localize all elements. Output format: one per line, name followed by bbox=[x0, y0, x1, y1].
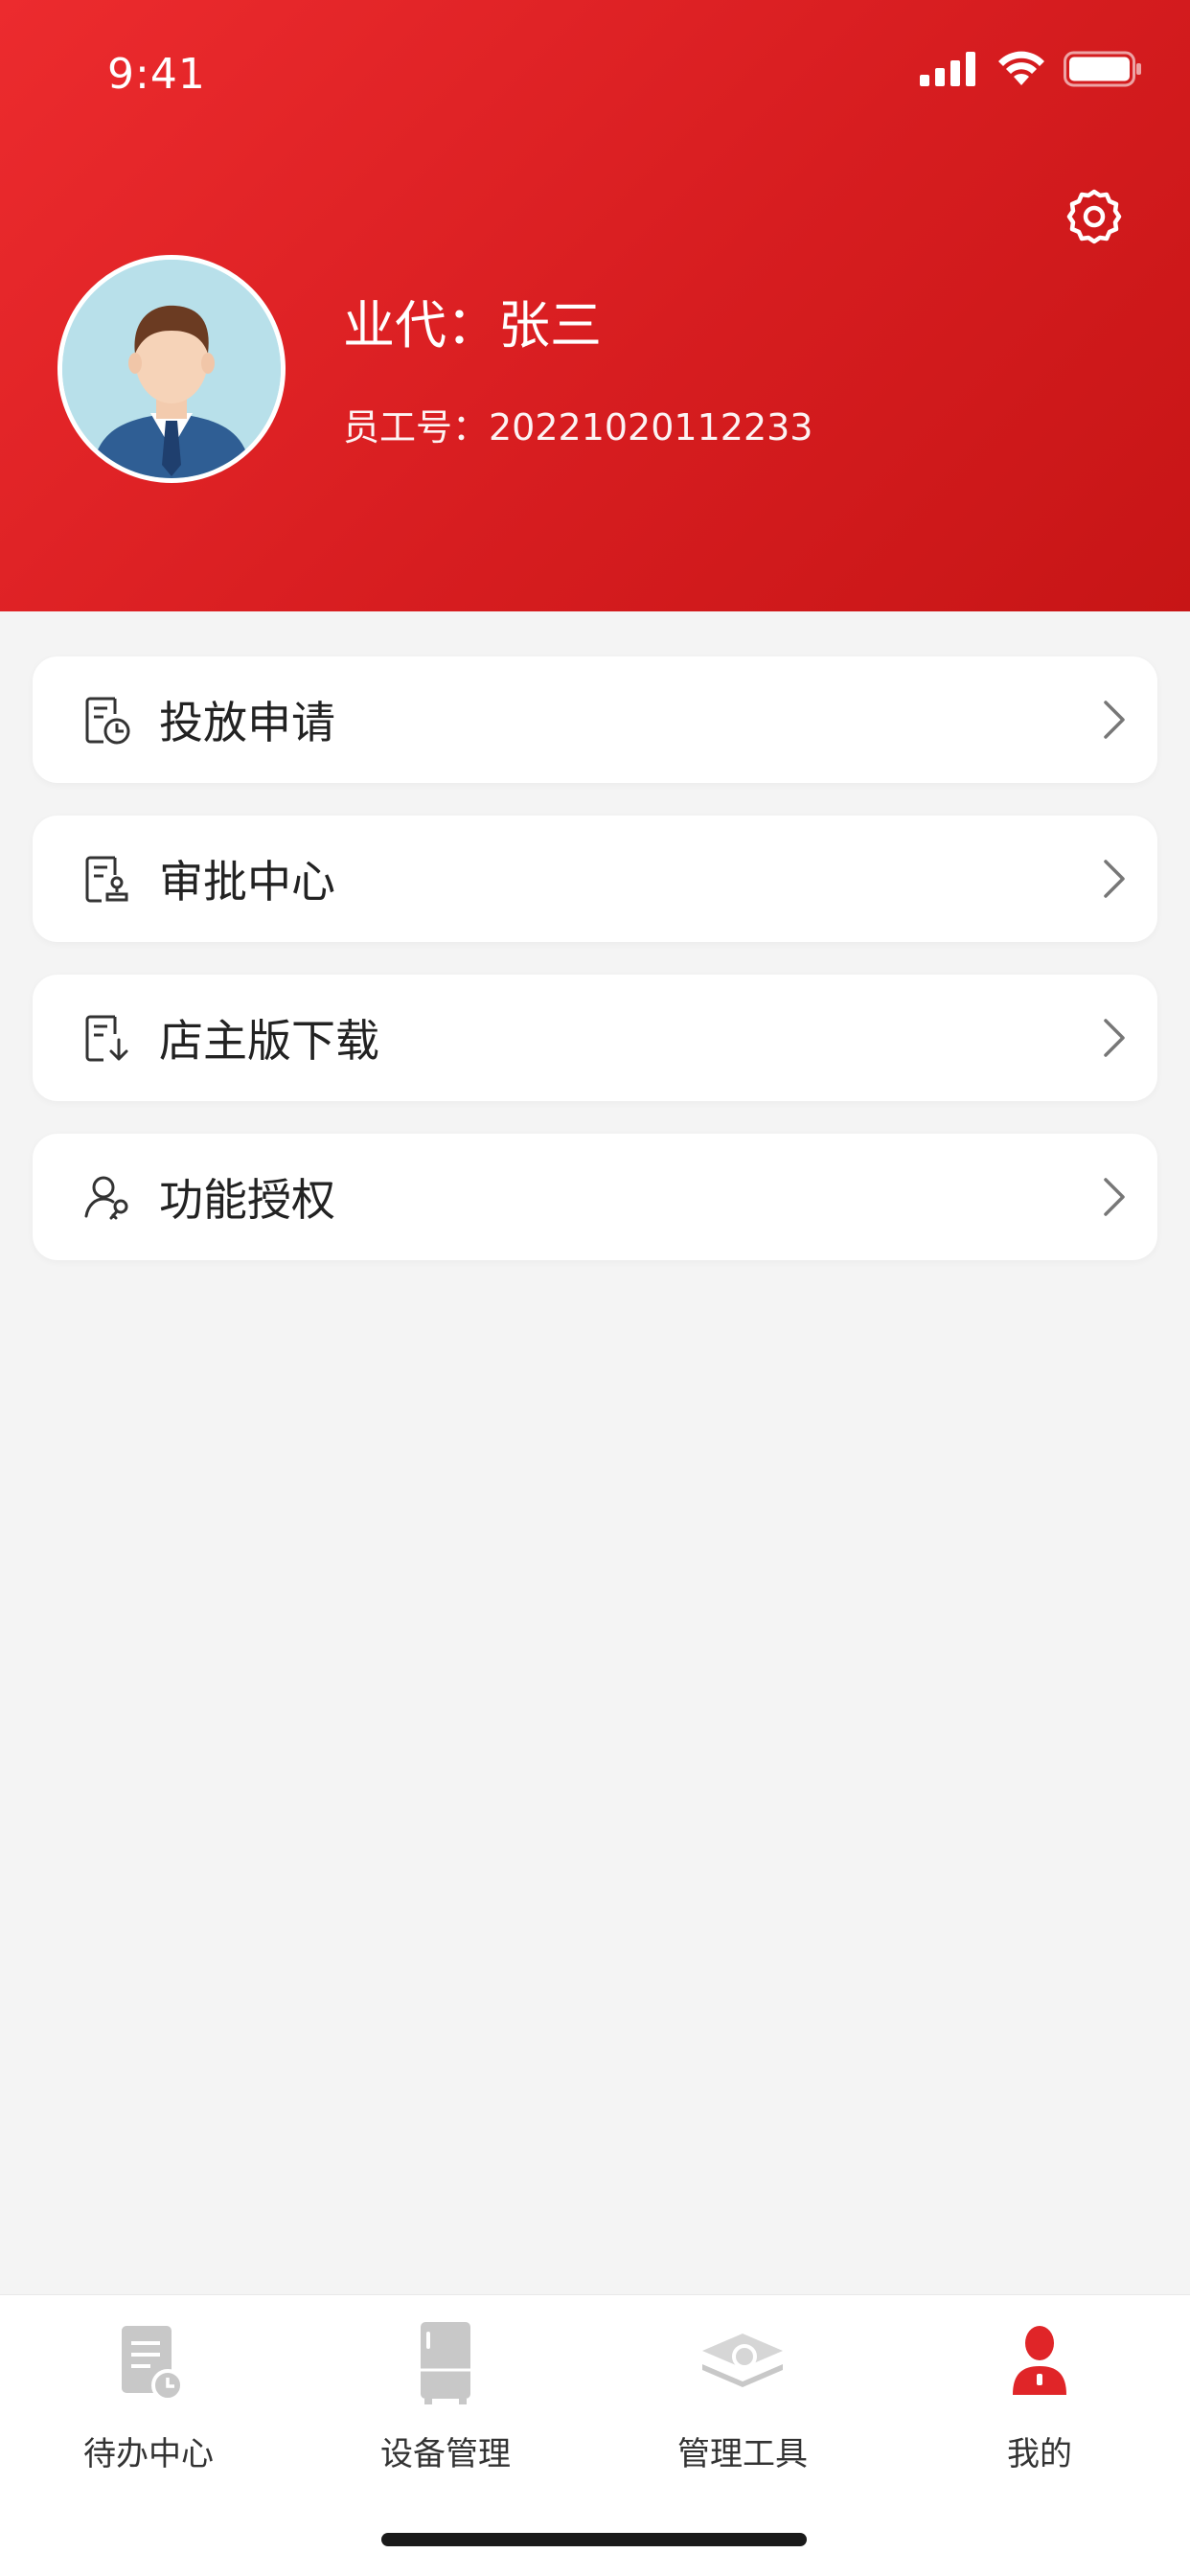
user-name: 业代：张三 bbox=[343, 295, 602, 356]
status-bar: 9:41 bbox=[0, 0, 1190, 153]
avatar-illustration bbox=[62, 260, 281, 478]
wifi-icon bbox=[998, 51, 1044, 85]
employee-id: 员工号：20221020112233 bbox=[343, 406, 813, 448]
menu-item-label: 投放申请 bbox=[159, 697, 335, 748]
tab-todo-center[interactable]: 待办中心 bbox=[0, 2314, 297, 2506]
tab-management-tools[interactable]: 管理工具 bbox=[594, 2314, 891, 2506]
tab-label: 待办中心 bbox=[83, 2435, 214, 2473]
signal-icon bbox=[920, 52, 975, 86]
document-stamp-icon bbox=[85, 697, 130, 745]
document-download-icon bbox=[85, 1015, 128, 1062]
profile-header: 9:41 业代：张三 员工号：20221020112233 bbox=[0, 0, 1190, 611]
chevron-right-icon bbox=[1104, 860, 1125, 898]
tab-label: 我的 bbox=[1007, 2435, 1072, 2473]
user-icon bbox=[1013, 2326, 1066, 2395]
menu-item-shop-owner-download[interactable]: 店主版下载 bbox=[33, 975, 1157, 1101]
menu-item-approval-center[interactable]: 审批中心 bbox=[33, 816, 1157, 942]
tools-layers-icon bbox=[702, 2334, 783, 2387]
menu-item-placement-request[interactable]: 投放申请 bbox=[33, 656, 1157, 783]
fridge-icon bbox=[421, 2322, 470, 2404]
menu-item-function-authorization[interactable]: 功能授权 bbox=[33, 1134, 1157, 1260]
approval-document-icon bbox=[85, 856, 128, 903]
menu-item-label: 功能授权 bbox=[159, 1174, 335, 1226]
avatar[interactable] bbox=[57, 255, 286, 483]
chevron-right-icon bbox=[1104, 1178, 1125, 1216]
tab-label: 管理工具 bbox=[677, 2435, 808, 2473]
menu-item-label: 审批中心 bbox=[159, 856, 335, 908]
chevron-right-icon bbox=[1104, 701, 1125, 739]
user-key-icon bbox=[84, 1176, 128, 1220]
battery-icon bbox=[1064, 51, 1141, 87]
chevron-right-icon bbox=[1104, 1019, 1125, 1057]
status-icons bbox=[920, 50, 1142, 88]
settings-gear-icon[interactable] bbox=[1065, 188, 1123, 245]
todo-document-icon bbox=[122, 2326, 184, 2402]
tab-device-management[interactable]: 设备管理 bbox=[297, 2314, 594, 2506]
menu-item-label: 店主版下载 bbox=[159, 1015, 379, 1067]
home-indicator[interactable] bbox=[381, 2533, 807, 2546]
tab-mine[interactable]: 我的 bbox=[891, 2314, 1188, 2506]
menu-list: 投放申请 审批中心 店主版下载 功能授权 bbox=[33, 656, 1157, 1293]
tab-label: 设备管理 bbox=[380, 2435, 511, 2473]
status-time: 9:41 bbox=[107, 50, 206, 99]
